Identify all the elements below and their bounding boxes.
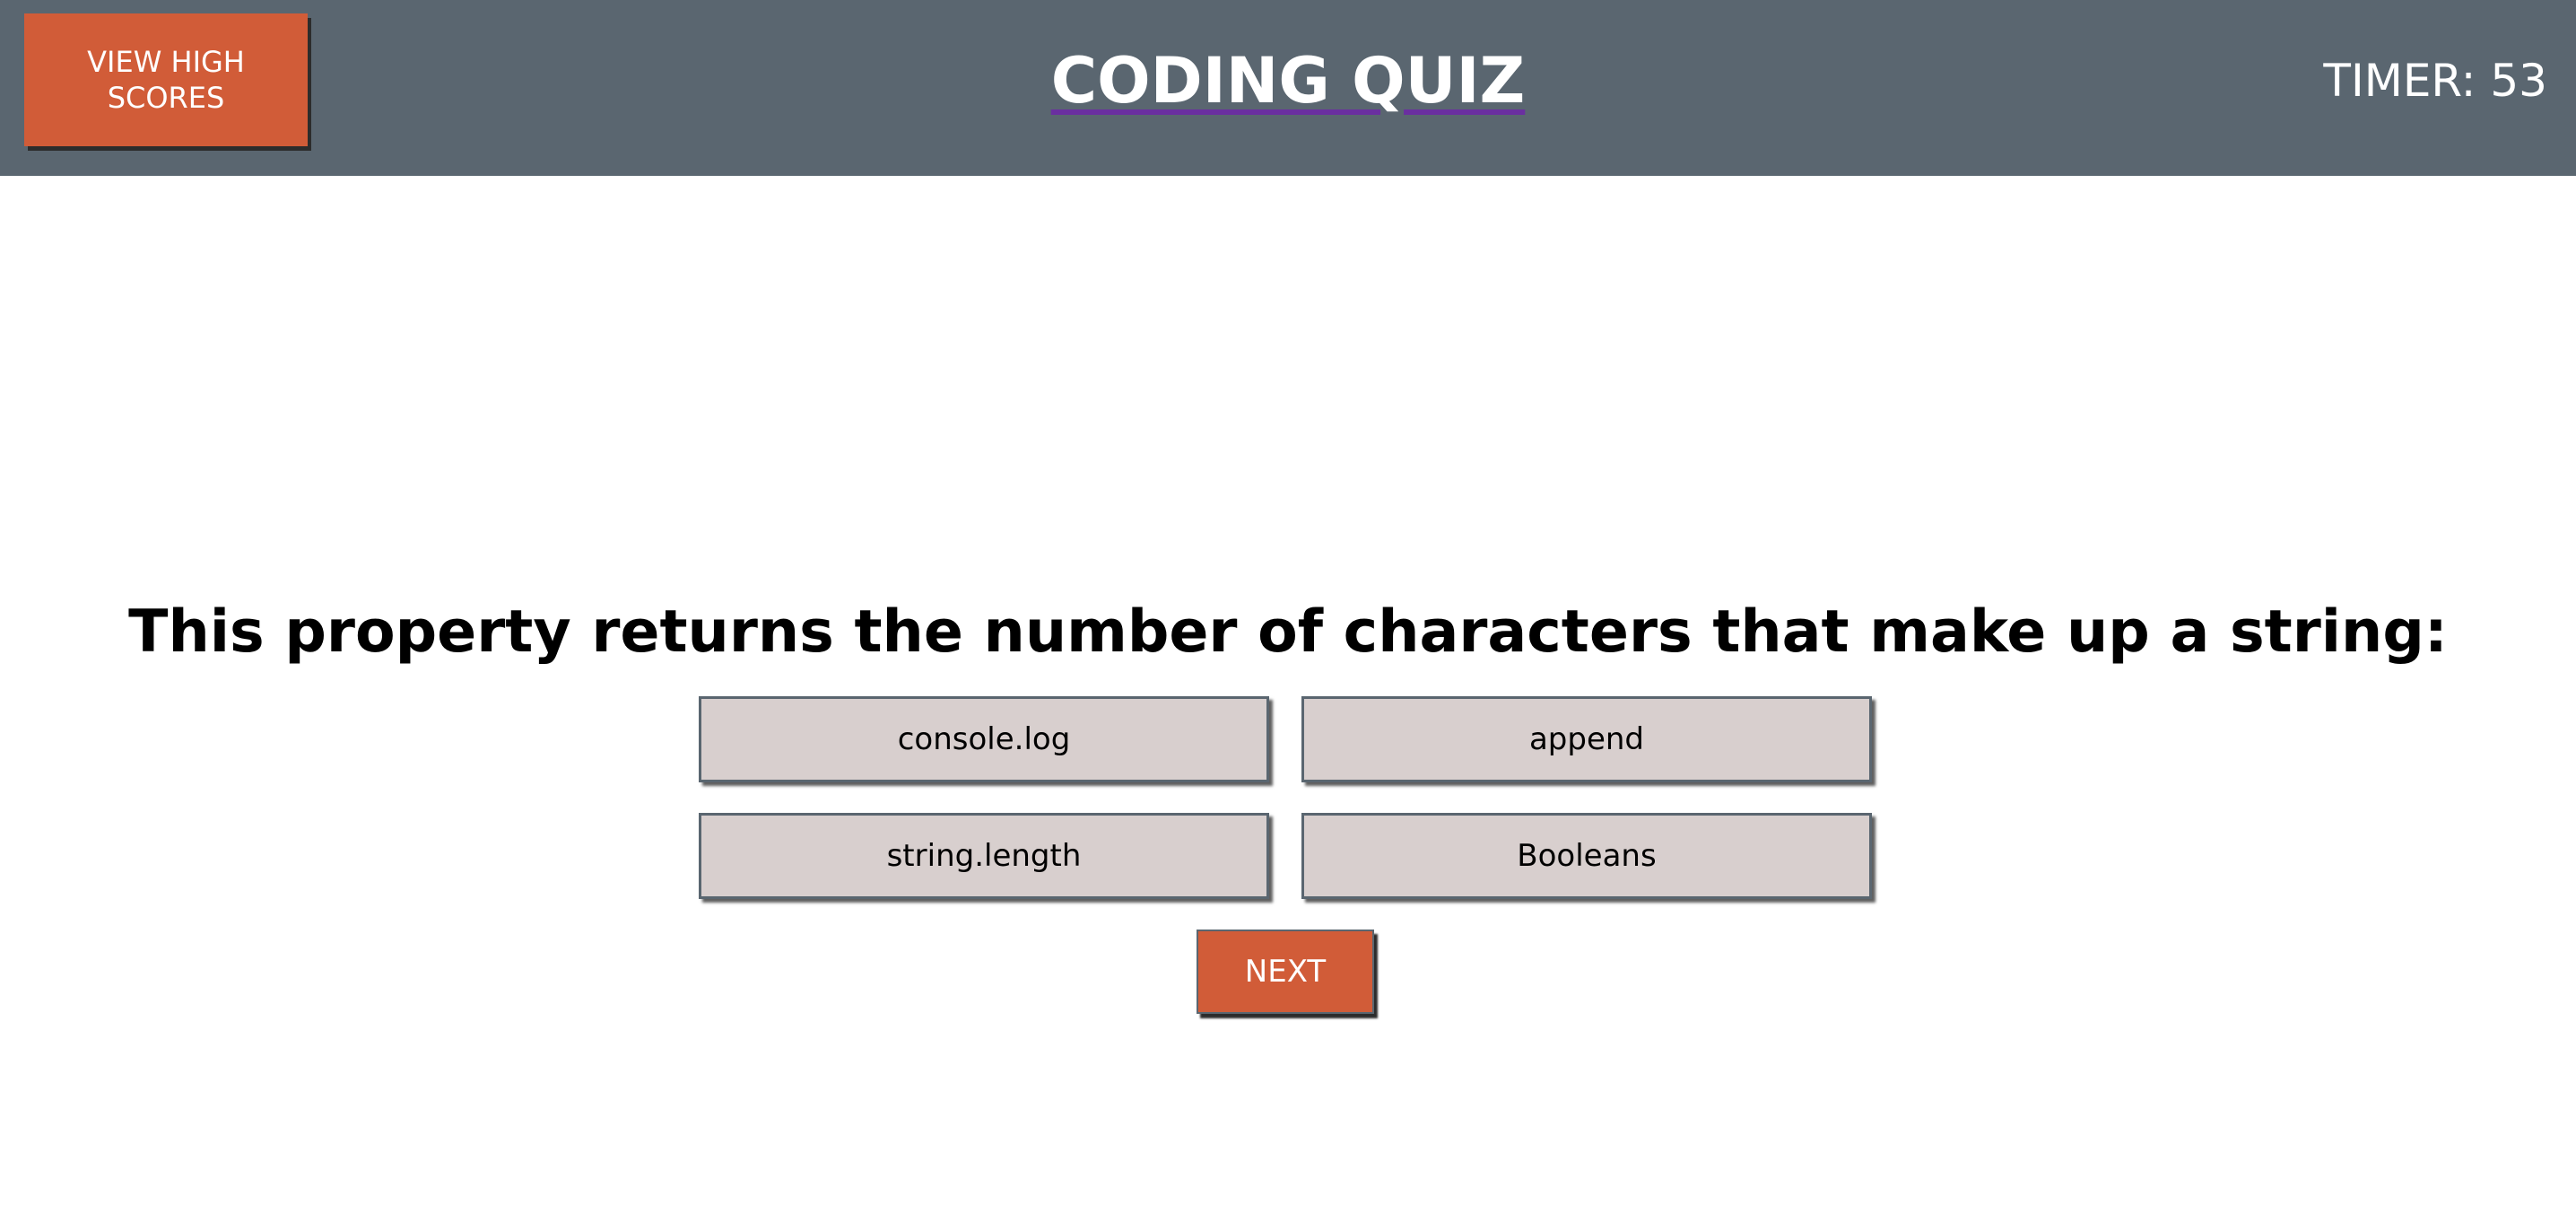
answer-button-string-length[interactable]: string.length [699,813,1269,899]
answer-button-booleans[interactable]: Booleans [1301,813,1872,899]
answer-button-console-log[interactable]: console.log [699,696,1269,782]
question-text: This property returns the number of char… [128,598,2448,666]
answer-button-append[interactable]: append [1301,696,1872,782]
page-title: CODING QUIZ [1050,44,1526,118]
app-header: VIEW HIGH SCORES CODING QUIZ TIMER: 53 [0,0,2576,176]
next-button[interactable]: NEXT [1197,930,1374,1014]
timer-display: TIMER: 53 [2323,55,2547,107]
